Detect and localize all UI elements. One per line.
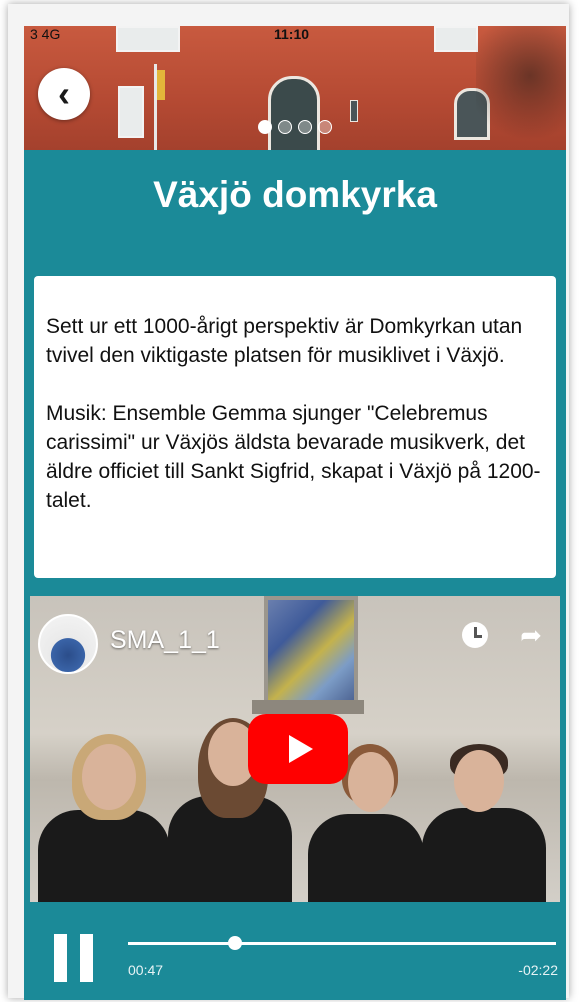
arched-window — [268, 76, 320, 150]
carrier-label: 3 4G — [30, 26, 61, 42]
hero-image[interactable]: 3 4G 11:10 ‹ — [24, 26, 566, 150]
share-icon[interactable]: ➦ — [516, 622, 546, 648]
carousel-dot[interactable] — [258, 120, 272, 134]
singer-face — [348, 752, 394, 812]
singer — [422, 808, 546, 902]
pause-icon[interactable] — [54, 934, 96, 982]
carousel-dot[interactable] — [318, 120, 332, 134]
app-screen: 3 4G 11:10 ‹ Växjö domkyrka Sett ur ett … — [24, 26, 566, 1000]
clock-icon[interactable] — [462, 622, 488, 648]
play-button[interactable] — [248, 714, 348, 784]
carousel-dot[interactable] — [278, 120, 292, 134]
singer — [38, 810, 170, 902]
video-player[interactable]: SMA_1_1 ➦ — [30, 596, 560, 902]
description-paragraph: Sett ur ett 1000-årigt perspektiv är Dom… — [46, 315, 523, 367]
play-icon — [289, 735, 313, 763]
window-decoration — [118, 86, 144, 138]
back-button[interactable]: ‹ — [38, 68, 90, 120]
title-bar: Växjö domkyrka — [24, 150, 566, 270]
singer — [308, 814, 424, 902]
remaining-time: -02:22 — [518, 962, 558, 978]
status-bar: 3 4G 11:10 — [24, 26, 566, 44]
music-paragraph: Musik: Ensemble Gemma sjunger "Celebremu… — [46, 402, 541, 512]
chevron-left-icon: ‹ — [58, 73, 70, 114]
singer-face — [454, 750, 504, 812]
progress-fill — [128, 942, 235, 945]
page-title: Växjö domkyrka — [153, 174, 437, 215]
carousel-dots — [258, 120, 332, 134]
window-decoration — [350, 100, 358, 122]
carousel-dot[interactable] — [298, 120, 312, 134]
progress-thumb[interactable] — [228, 936, 242, 950]
status-time: 11:10 — [274, 26, 310, 42]
progress-slider[interactable] — [128, 936, 556, 950]
channel-logo[interactable] — [38, 614, 98, 674]
current-time: 00:47 — [128, 962, 164, 978]
video-title[interactable]: SMA_1_1 — [110, 626, 220, 655]
flag — [157, 70, 165, 100]
singer-face — [82, 744, 136, 810]
stained-glass-window — [264, 596, 358, 708]
description-card: Sett ur ett 1000-årigt perspektiv är Dom… — [34, 276, 556, 578]
player-controls: 00:47 -02:22 — [24, 902, 566, 1000]
tree-branches — [476, 26, 566, 150]
window-sill — [252, 700, 364, 714]
